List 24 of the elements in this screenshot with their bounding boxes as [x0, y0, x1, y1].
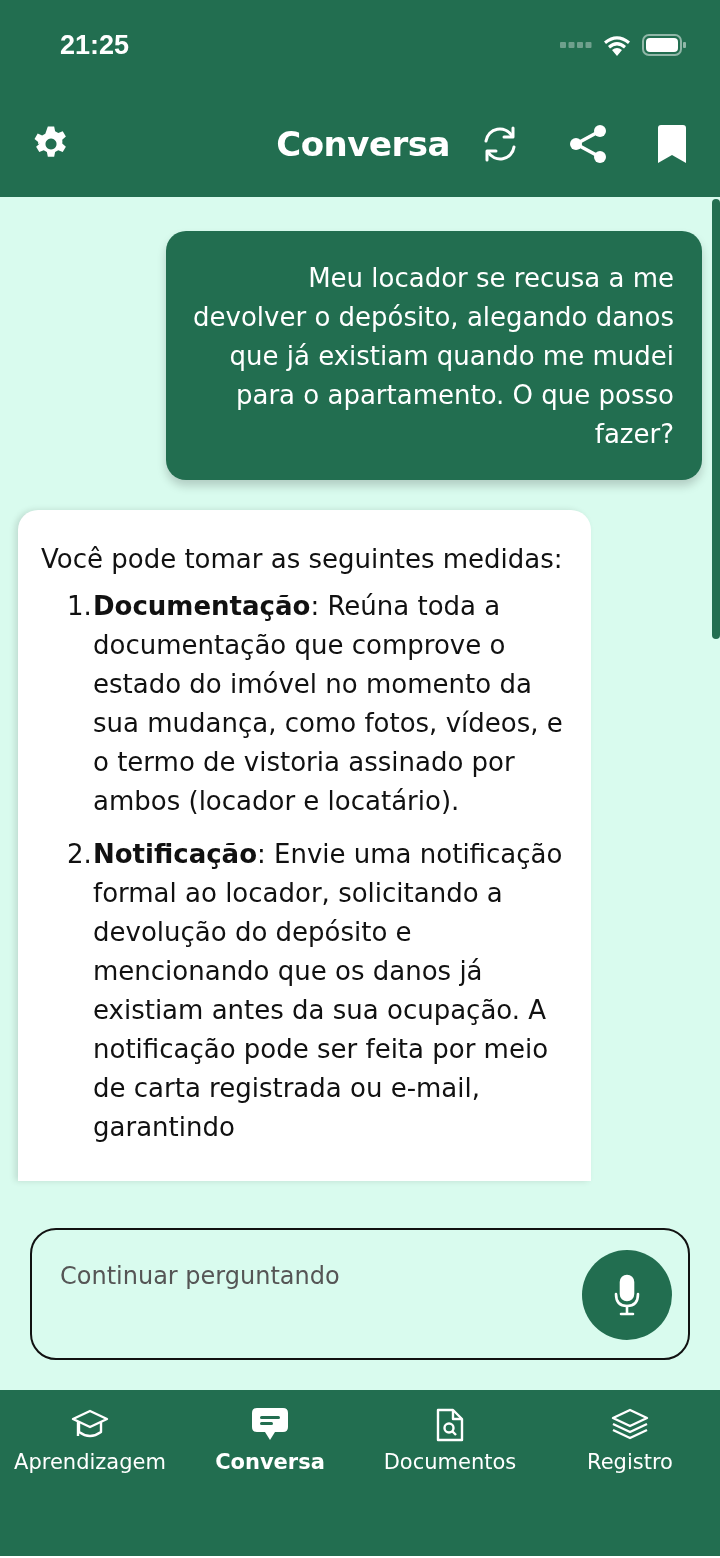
document-search-icon — [435, 1407, 465, 1443]
list-item-text: Notificação: Envie uma notificação formal ao locador, solicitando a devolução do depósito e mencionando que os danos já existiam antes da sua ocupação. A notificação pode ser feita por meio de carta registrada ou e-mail, garantindo — [93, 838, 564, 1144]
status-time: 21:25 — [60, 29, 130, 61]
microphone-icon — [613, 1274, 641, 1316]
nav-tab[interactable]: Documentos — [360, 1406, 540, 1474]
list-number: 2. — [66, 838, 93, 871]
screen-title: Conversa — [276, 123, 450, 164]
share-icon — [568, 123, 608, 164]
message-text: Você pode tomar as seguintes medidas: — [41, 543, 564, 576]
question-field[interactable]: Continuar perguntando — [30, 1228, 690, 1360]
nav-tab[interactable]: Registro — [540, 1406, 720, 1474]
nav-tab[interactable]: Conversa — [180, 1406, 360, 1474]
list-number: 1. — [66, 590, 93, 623]
bookmark-button[interactable] — [656, 124, 688, 163]
layers-icon — [610, 1408, 650, 1442]
bookmark-icon — [656, 124, 688, 163]
nav-tab[interactable]: Aprendizagem — [0, 1406, 180, 1474]
battery-icon — [642, 34, 686, 56]
wifi-icon — [602, 34, 632, 56]
share-button[interactable] — [568, 123, 608, 164]
scrollbar[interactable] — [712, 199, 720, 639]
signal-icon — [560, 42, 592, 48]
list-item-text: Documentação: Reúna toda a documentação que comprove o estado do imóvel no momento da sua mudança, como fotos, vídeos, e o termo de vistoria assinado por ambos (locador e locatário). — [93, 590, 564, 818]
message-text: Meu locador se recusa a me devolver o depósito, alegando danos que já existiam quando me mudei para o apartamento. O que posso fazer? — [192, 262, 674, 451]
